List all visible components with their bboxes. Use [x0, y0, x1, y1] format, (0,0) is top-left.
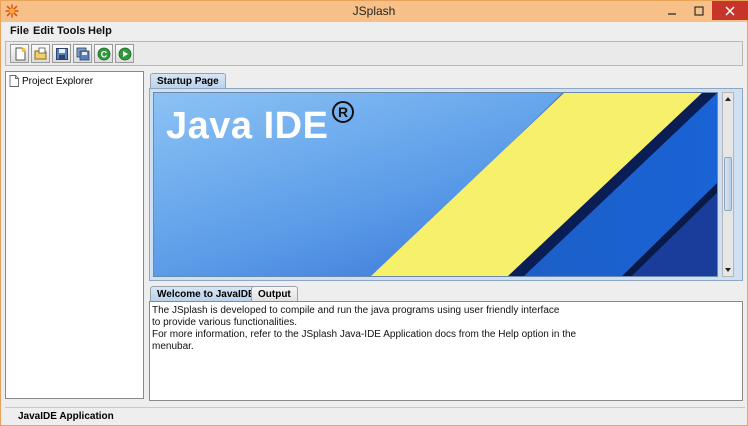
window-title: JSplash [352, 4, 396, 18]
new-file-icon [15, 47, 25, 60]
menu-edit[interactable]: Edit [33, 25, 54, 37]
scroll-up-button[interactable] [723, 94, 733, 104]
run-button[interactable] [115, 44, 134, 63]
tab-welcome[interactable]: Welcome to JavaIDE [150, 286, 262, 302]
compile-button[interactable]: C [94, 44, 113, 63]
menu-help[interactable]: Help [88, 25, 112, 37]
tab-output[interactable]: Output [251, 286, 298, 302]
project-explorer-root[interactable]: Project Explorer [9, 75, 93, 87]
menu-file[interactable]: File [10, 25, 29, 37]
minimize-icon [668, 12, 676, 15]
close-icon [725, 5, 735, 16]
file-icon [9, 75, 19, 87]
menu-bar: File Edit Tools Help [1, 22, 747, 40]
title-bar[interactable]: JSplash [1, 1, 748, 22]
save-all-icon [76, 47, 89, 60]
status-text: JavaIDE Application [18, 411, 114, 422]
registered-mark: R [332, 101, 354, 123]
open-folder-button[interactable] [31, 44, 50, 63]
chevron-down-icon [725, 268, 731, 272]
welcome-line-4: menubar. [152, 341, 194, 352]
save-icon [55, 47, 68, 60]
tab-startup-page[interactable]: Startup Page [150, 73, 226, 89]
compile-icon: C [97, 47, 110, 60]
open-folder-icon [34, 47, 46, 59]
welcome-panel: The JSplash is developed to compile and … [149, 301, 743, 401]
welcome-line-1: The JSplash is developed to compile and … [152, 305, 560, 316]
svg-text:C: C [100, 49, 107, 59]
maximize-icon [694, 5, 704, 16]
maximize-button[interactable] [685, 1, 713, 20]
project-explorer: Project Explorer [5, 71, 144, 399]
welcome-text: The JSplash is developed to compile and … [152, 305, 576, 353]
vertical-scrollbar[interactable] [722, 92, 734, 277]
project-explorer-label: Project Explorer [22, 75, 94, 87]
app-window: JSplash File Edit Tools Help C Project E… [0, 0, 748, 426]
chevron-up-icon [725, 97, 731, 101]
banner-title: Java IDE [166, 105, 329, 147]
menu-tools[interactable]: Tools [57, 25, 86, 37]
save-all-button[interactable] [73, 44, 92, 63]
status-bar: JavaIDE Application [5, 407, 745, 424]
startup-banner: Java IDE R [153, 92, 718, 277]
close-button[interactable] [712, 1, 748, 20]
welcome-line-3: For more information, refer to the JSpla… [152, 329, 577, 340]
scroll-down-button[interactable] [723, 265, 733, 275]
toolbar: C [5, 41, 743, 66]
save-button[interactable] [52, 44, 71, 63]
minimize-button[interactable] [658, 1, 686, 20]
new-file-button[interactable] [10, 44, 29, 63]
run-icon [118, 47, 131, 60]
startup-panel: Java IDE R [149, 88, 743, 281]
welcome-line-2: to provide various functionalities. [152, 317, 298, 328]
scrollbar-thumb[interactable] [724, 157, 732, 211]
